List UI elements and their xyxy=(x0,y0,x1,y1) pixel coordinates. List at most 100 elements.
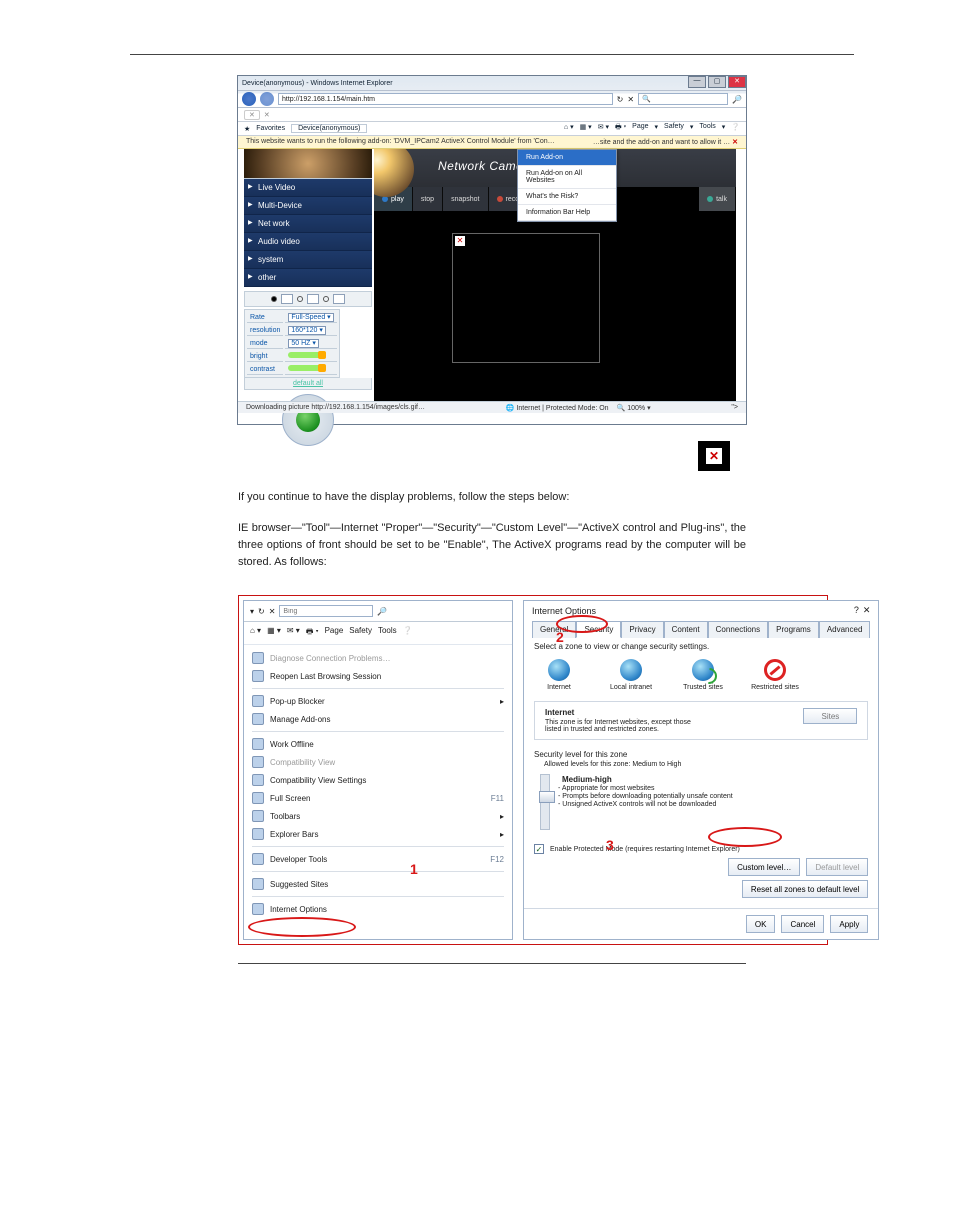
mail-icon[interactable]: ✉ ▾ xyxy=(598,123,609,134)
tab-connections[interactable]: Connections xyxy=(708,621,768,638)
favorites-label[interactable]: Favorites xyxy=(256,125,285,132)
sidebar-item-other[interactable]: other xyxy=(244,269,372,287)
menu-item[interactable]: Developer ToolsF12 xyxy=(246,850,510,868)
refresh-small-icon[interactable]: ↻ xyxy=(258,607,265,616)
default-all-link[interactable]: default all xyxy=(244,378,372,390)
ok-button[interactable]: OK xyxy=(746,915,776,933)
dialog-help-icon[interactable]: ? xyxy=(854,605,859,616)
protected-mode-checkbox[interactable]: ✓ xyxy=(534,844,544,854)
help2-icon[interactable]: ❔ xyxy=(403,626,413,640)
tab-advanced[interactable]: Advanced xyxy=(819,621,871,638)
tools2-menu[interactable]: Tools xyxy=(378,626,397,640)
favorites-icon[interactable]: ★ xyxy=(244,125,250,133)
view-mode-single[interactable] xyxy=(281,294,293,304)
reset-zones-button[interactable]: Reset all zones to default level xyxy=(742,880,869,898)
search-magnifier-icon[interactable]: 🔎 xyxy=(732,95,742,104)
menu-item[interactable]: Full ScreenF11 xyxy=(246,789,510,807)
stop-icon[interactable]: ✕ xyxy=(627,95,634,104)
sidebar-item-audio-video[interactable]: Audio video xyxy=(244,233,372,251)
status-zoom[interactable]: 🔍 100% ▾ xyxy=(617,404,651,412)
maximize-button[interactable]: ▢ xyxy=(708,76,726,88)
mail2-icon[interactable]: ✉ ▾ xyxy=(287,626,300,640)
select-rate[interactable]: Full-Speed ▾ xyxy=(288,313,333,322)
search-box[interactable]: 🔍 xyxy=(638,93,728,105)
page2-menu[interactable]: Page xyxy=(325,626,344,640)
callout-1-ring xyxy=(248,917,356,937)
sidebar-item-multi-device[interactable]: Multi-Device xyxy=(244,197,372,215)
sites-button[interactable]: Sites xyxy=(803,708,857,724)
tools-menu[interactable]: Tools xyxy=(699,123,715,134)
security-level-slider[interactable] xyxy=(540,774,550,830)
print-icon[interactable]: 🖶 ▾ xyxy=(615,123,626,134)
ctx-run-addon-all[interactable]: Run Add-on on All Websites xyxy=(518,166,616,189)
menu-item[interactable]: Work Offline xyxy=(246,735,510,753)
ctx-info-bar-help[interactable]: Information Bar Help xyxy=(518,205,616,221)
menu-item[interactable]: Internet Options xyxy=(246,900,510,918)
menu-item[interactable]: Suggested Sites xyxy=(246,875,510,893)
view-mode-radio-2[interactable] xyxy=(297,296,303,302)
default-level-button[interactable]: Default level xyxy=(806,858,868,876)
refresh-icon[interactable]: ↻ xyxy=(617,95,624,104)
tab-privacy[interactable]: Privacy xyxy=(621,621,663,638)
cancel-button[interactable]: Cancel xyxy=(781,915,824,933)
address-bar[interactable]: http://192.168.1.154/main.htm xyxy=(278,93,613,105)
view-mode-radio-3[interactable] xyxy=(323,296,329,302)
zone-internet[interactable]: Internet xyxy=(534,659,584,691)
view-mode-nine[interactable] xyxy=(333,294,345,304)
menu-item[interactable]: Diagnose Connection Problems… xyxy=(246,649,510,667)
page-menu[interactable]: Page xyxy=(632,123,648,134)
safety-menu[interactable]: Safety xyxy=(664,123,684,134)
contrast-slider[interactable] xyxy=(288,365,326,371)
view-mode-radio-1[interactable] xyxy=(271,296,277,302)
zone-restricted-sites[interactable]: Restricted sites xyxy=(750,659,800,691)
bright-slider[interactable] xyxy=(288,352,326,358)
menu-item[interactable]: Compatibility View Settings xyxy=(246,771,510,789)
menu-item[interactable]: Compatibility View xyxy=(246,753,510,771)
sidebar-item-live-video[interactable]: Live Video xyxy=(244,179,372,197)
nav-back-button[interactable] xyxy=(242,92,256,106)
sidebar-item-network[interactable]: Net work xyxy=(244,215,372,233)
print2-icon[interactable]: 🖶 ▾ xyxy=(306,626,319,640)
minimize-button[interactable]: — xyxy=(688,76,706,88)
custom-level-button[interactable]: Custom level… xyxy=(728,858,800,876)
info-bar-close-icon[interactable]: ✕ xyxy=(732,139,738,146)
feed-icon[interactable]: ▦ ▾ xyxy=(580,123,592,134)
feed2-icon[interactable]: ▦ ▾ xyxy=(267,626,281,640)
dialog-close-icon[interactable]: ✕ xyxy=(863,605,871,616)
status-zone: 🌐 Internet | Protected Mode: On xyxy=(506,404,609,412)
menu-item[interactable]: Toolbars▸ xyxy=(246,807,510,825)
stop-small-icon[interactable]: ✕ xyxy=(269,607,276,616)
search-go-icon[interactable]: 🔎 xyxy=(377,607,387,616)
home-icon[interactable]: ⌂ ▾ xyxy=(564,123,574,134)
select-mode[interactable]: 50 HZ ▾ xyxy=(288,339,319,348)
stop-button[interactable]: stop xyxy=(413,187,443,211)
zone-trusted-sites[interactable]: Trusted sites xyxy=(678,659,728,691)
help-icon[interactable]: ❔ xyxy=(731,123,740,134)
ctx-whats-the-risk[interactable]: What's the Risk? xyxy=(518,189,616,205)
active-tab[interactable]: Device(anonymous) xyxy=(291,124,367,133)
safety2-menu[interactable]: Safety xyxy=(349,626,372,640)
select-resolution[interactable]: 160*120 ▾ xyxy=(288,326,326,335)
menu-item[interactable]: Reopen Last Browsing Session xyxy=(246,667,510,685)
tab-content[interactable]: Content xyxy=(664,621,708,638)
menu-item[interactable]: Pop-up Blocker▸ xyxy=(246,692,510,710)
sidebar-item-system[interactable]: system xyxy=(244,251,372,269)
zone-local-intranet[interactable]: Local intranet xyxy=(606,659,656,691)
menu-item[interactable]: Manage Add-ons xyxy=(246,710,510,728)
small-search[interactable] xyxy=(279,605,373,617)
view-mode-quad[interactable] xyxy=(307,294,319,304)
menu-item[interactable]: Explorer Bars▸ xyxy=(246,825,510,843)
nav-arrow-icon[interactable]: ▾ xyxy=(250,607,254,616)
snapshot-button[interactable]: snapshot xyxy=(443,187,488,211)
status-text: Downloading picture http://192.168.1.154… xyxy=(246,404,425,411)
apply-button[interactable]: Apply xyxy=(830,915,868,933)
tab-programs[interactable]: Programs xyxy=(768,621,819,638)
information-bar[interactable]: This website wants to run the following … xyxy=(238,136,746,149)
close-button[interactable]: ✕ xyxy=(728,76,746,88)
home2-icon[interactable]: ⌂ ▾ xyxy=(250,626,261,640)
talk-button[interactable]: talk xyxy=(699,187,736,211)
extension-pill[interactable]: ✕ xyxy=(244,110,260,120)
nav-forward-button[interactable] xyxy=(260,92,274,106)
menu-icon xyxy=(252,695,264,707)
ctx-run-addon[interactable]: Run Add-on xyxy=(518,150,616,166)
